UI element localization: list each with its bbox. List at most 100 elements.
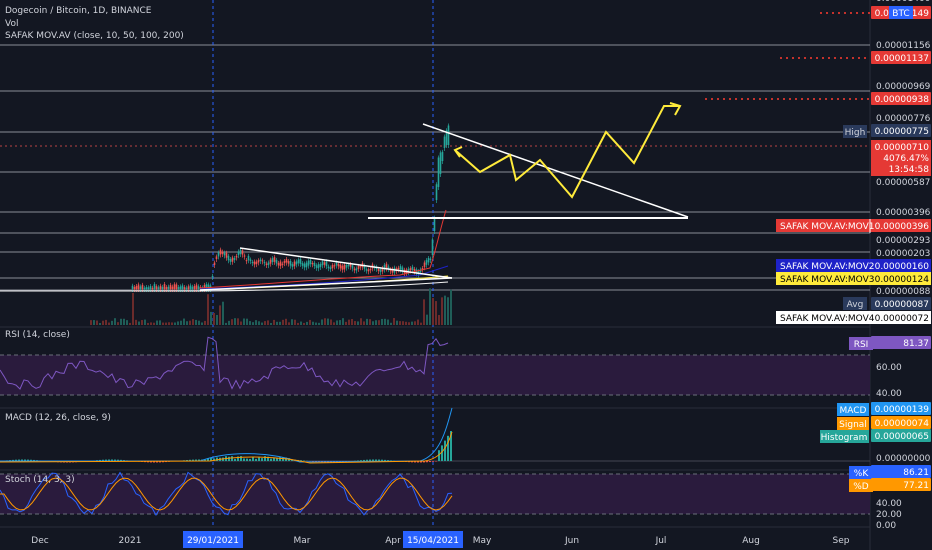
candle-body: [289, 261, 292, 266]
candle-body: [251, 261, 254, 264]
candle-body: [427, 257, 430, 263]
d-value[interactable]: 77.21: [903, 481, 929, 491]
projection-arrowhead[interactable]: [669, 102, 682, 116]
price-axis[interactable]: 0.000014000.00001149BTC0.000011560.00001…: [776, 0, 931, 531]
candle-body: [323, 262, 326, 265]
volume-bar: [423, 299, 425, 325]
rsi-label: RSI (14, close): [5, 330, 70, 340]
target-price-2[interactable]: 0.00001137: [875, 54, 929, 64]
volume-bar: [432, 298, 434, 325]
macd-histogram-bar: [228, 456, 230, 461]
candle-body: [433, 217, 436, 231]
volume-bar: [213, 312, 215, 325]
macd-histogram-bar: [447, 435, 449, 461]
signal-value[interactable]: 0.00000074: [875, 419, 930, 429]
candle-body: [223, 252, 226, 256]
candle-body: [325, 261, 328, 267]
ma-label-value[interactable]: 0.00000124: [875, 275, 930, 285]
candle-body: [219, 249, 222, 255]
candle-body: [313, 262, 316, 266]
volume-bar: [354, 321, 356, 325]
volume-bar: [255, 320, 257, 325]
volume-bar: [411, 321, 413, 325]
volume-bar: [264, 321, 266, 325]
stoch-tick: 40.00: [876, 499, 902, 509]
ma-label-value[interactable]: 0.00000072: [875, 314, 929, 324]
volume-bar: [234, 318, 236, 325]
volume-bar: [261, 322, 263, 325]
candle-body: [215, 256, 218, 260]
stoch-tick: 0.00: [876, 521, 896, 531]
volume-bar: [279, 321, 281, 325]
volume-bar: [141, 320, 143, 325]
ma-label-name: SAFAK MOV.AV:MOV1: [780, 222, 874, 232]
k-badge: %K: [854, 469, 870, 479]
candles: [131, 123, 450, 292]
candle-body: [187, 286, 190, 289]
macd-histogram-bar: [249, 458, 251, 461]
macd-histogram-bar: [273, 458, 275, 461]
projection-path[interactable]: [454, 105, 680, 199]
rsi-tick: 60.00: [876, 363, 902, 373]
time-tick-jul: Jul: [655, 536, 667, 546]
horizontal-levels[interactable]: [0, 12, 870, 291]
volume-bar: [321, 319, 323, 325]
candle-body: [167, 286, 170, 289]
candle-body: [399, 266, 402, 270]
volume-bar: [381, 318, 383, 325]
triangle-upper-trendline[interactable]: [239, 247, 453, 279]
volume-bar: [99, 322, 101, 325]
candle-body: [377, 269, 380, 271]
ma-label-value[interactable]: 0.00000160: [875, 262, 930, 272]
volume-bar: [201, 322, 203, 325]
volume-bar: [450, 289, 452, 325]
rsi-tick: 40.00: [876, 389, 902, 399]
volume-bar: [189, 320, 191, 325]
volume-label: Vol: [5, 19, 18, 29]
date-highlight-2[interactable]: 15/04/2021: [407, 536, 459, 546]
volume-bar: [216, 314, 218, 325]
volume-bar: [390, 322, 392, 325]
macd-histogram-bar: [378, 459, 380, 461]
volume-bar: [150, 322, 152, 325]
date-highlight-1[interactable]: 29/01/2021: [187, 536, 239, 546]
candle-body: [441, 151, 444, 161]
volume-bar: [171, 322, 173, 325]
avg-value[interactable]: 0.00000087: [875, 300, 929, 310]
candle-body: [179, 286, 182, 289]
high-value[interactable]: 0.00000775: [875, 127, 929, 137]
candle-body: [435, 184, 438, 200]
volume-bar: [396, 320, 398, 325]
volume-bar: [324, 318, 326, 325]
time-axis[interactable]: Dec 2021 Mar Apr May Jun Jul Aug Sep 29/01/2021 15…: [31, 531, 850, 548]
volume-bar: [105, 319, 107, 325]
avg-label: Avg: [847, 300, 864, 310]
price-tick: 0.00000969: [876, 82, 931, 92]
volume-bar: [123, 318, 125, 325]
macd-value[interactable]: 0.00000139: [875, 405, 930, 415]
rsi-value[interactable]: 81.37: [903, 339, 929, 349]
ma-label-value[interactable]: 0.00000396: [875, 222, 930, 232]
time-tick-may: May: [473, 536, 492, 546]
btc-badge[interactable]: BTC: [892, 9, 909, 19]
candle-body: [263, 261, 266, 264]
candle-body: [321, 261, 324, 266]
volume-bar: [270, 322, 272, 325]
macd-zero-tick: 0.00000000: [876, 454, 931, 464]
target-price-3[interactable]: 0.00000938: [875, 95, 930, 105]
candle-body: [275, 259, 278, 264]
chart-canvas[interactable]: 0.000014000.00001149BTC0.000011560.00001…: [0, 0, 932, 550]
volume-bar: [405, 321, 407, 325]
candle-body: [385, 263, 388, 269]
candle-body: [193, 286, 196, 289]
candle-body: [259, 259, 262, 262]
hist-value[interactable]: 0.00000065: [875, 432, 929, 442]
volume-bar: [159, 320, 161, 325]
k-value[interactable]: 86.21: [903, 468, 929, 478]
candle-body: [411, 266, 414, 271]
price-tick: 0.00001156: [876, 41, 931, 51]
candle-body: [347, 264, 350, 267]
candle-body: [225, 252, 228, 258]
last-price[interactable]: 0.00000710: [875, 143, 930, 153]
signal-line: [0, 431, 453, 464]
